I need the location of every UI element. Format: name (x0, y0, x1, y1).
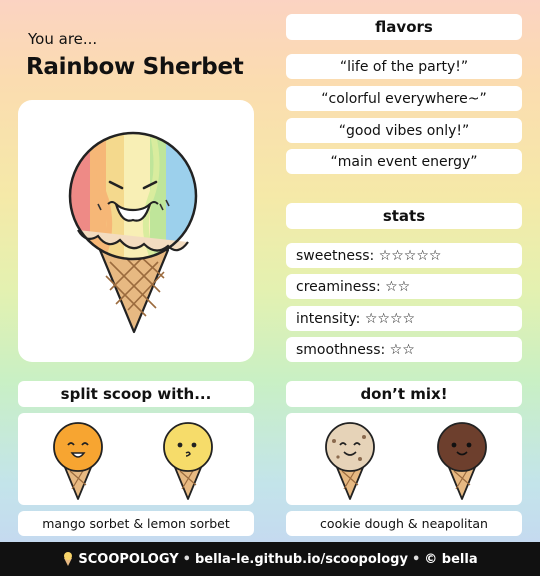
split-scoop-caption: mango sorbet & lemon sorbet (18, 511, 254, 536)
neapolitan-icon (437, 422, 487, 500)
split-scoop-card (18, 413, 254, 505)
footer: SCOOPOLOGY • bella-le.github.io/scoopolo… (0, 542, 540, 576)
footer-url-link[interactable]: bella-le.github.io/scoopology (195, 552, 408, 567)
footer-brand: SCOOPOLOGY (78, 551, 179, 567)
stat-smoothness: smoothness: ☆☆ (286, 337, 522, 362)
dont-mix-header: don’t mix! (286, 381, 522, 407)
rainbow-sherbet-icon (68, 131, 198, 334)
flavor-quote: “colorful everywhere~” (286, 86, 522, 111)
flavors-header: flavors (286, 14, 522, 40)
dont-mix-caption: cookie dough & neapolitan (286, 511, 522, 536)
flavor-quote: “good vibes only!” (286, 118, 522, 143)
ice-cream-icon (64, 552, 73, 566)
lemon-sorbet-icon (163, 422, 213, 500)
footer-credit: © bella (424, 551, 478, 567)
result-intro: You are... (28, 30, 98, 48)
footer-separator: • (182, 551, 191, 567)
footer-separator: • (411, 551, 421, 567)
mango-sorbet-icon (53, 422, 103, 500)
flavor-quote: “main event energy” (286, 149, 522, 174)
stat-sweetness: sweetness: ☆☆☆☆☆ (286, 243, 522, 268)
flavor-quote: “life of the party!” (286, 54, 522, 79)
cookie-dough-icon (325, 422, 375, 500)
stats-header: stats (286, 203, 522, 229)
dont-mix-card (286, 413, 522, 505)
stat-intensity: intensity: ☆☆☆☆ (286, 306, 522, 331)
stat-creaminess: creaminess: ☆☆ (286, 274, 522, 299)
split-scoop-header: split scoop with... (18, 381, 254, 407)
result-illustration-card (18, 100, 254, 362)
result-title: Rainbow Sherbet (26, 54, 244, 80)
